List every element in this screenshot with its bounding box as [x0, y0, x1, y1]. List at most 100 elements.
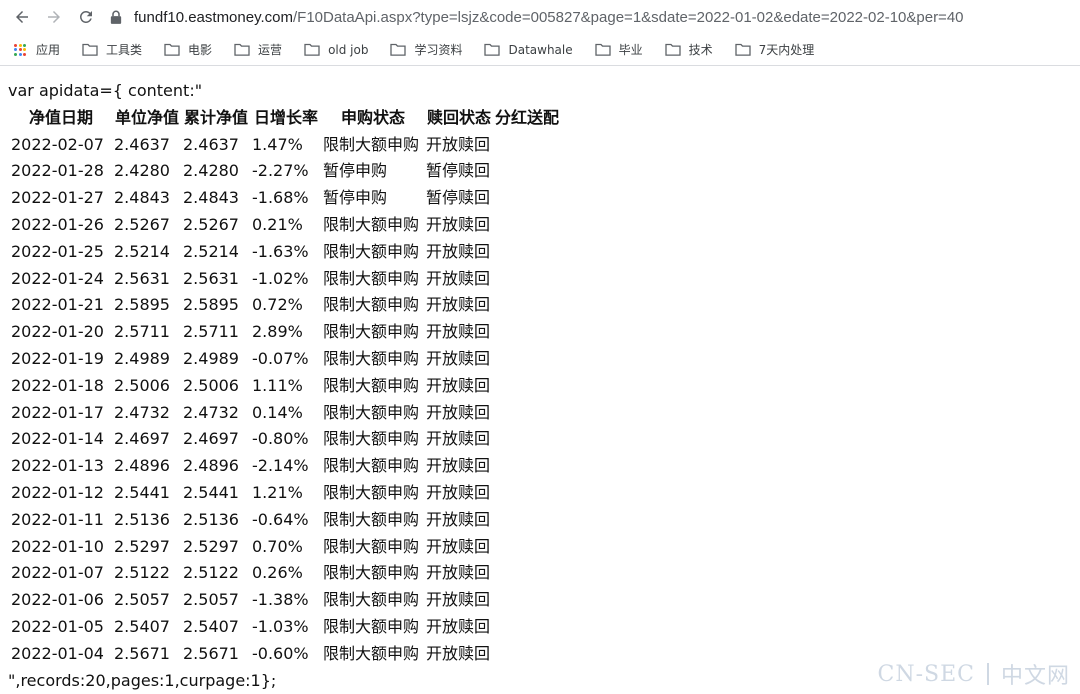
cell-dividend — [492, 641, 559, 668]
bookmark-folder-tools[interactable]: 工具类 — [82, 41, 142, 58]
cell-dividend — [492, 587, 559, 614]
cell-redeem-status: 开放赎回 — [426, 295, 491, 315]
watermark-divider — [986, 663, 989, 685]
table-row: 2022-01-25 2.5214 2.5214 -1.63% 限制大额申购 开放赎回 — [8, 239, 559, 266]
cell-redeem-status: 开放赎回 — [426, 536, 491, 556]
cell-dividend — [492, 426, 559, 453]
forward-button[interactable] — [40, 3, 68, 31]
cell-acc-nav: 2.5671 — [183, 643, 239, 663]
table-row: 2022-01-06 2.5057 2.5057 -1.38% 限制大额申购 开放赎回 — [8, 587, 559, 614]
cell-daily-growth: -0.60% — [252, 643, 309, 663]
table-row: 2022-01-28 2.4280 2.4280 -2.27% 暂停申购 暂停赎回 — [8, 158, 559, 185]
cell-redeem-status: 开放赎回 — [426, 563, 491, 583]
bookmark-label: 毕业 — [618, 43, 643, 57]
watermark-left: CN-SEC — [877, 661, 975, 687]
back-button[interactable] — [8, 3, 36, 31]
address-bar[interactable]: fundf10.eastmoney.com/F10DataApi.aspx?ty… — [110, 3, 1080, 31]
cell-date: 2022-02-07 — [11, 134, 104, 154]
cell-unit-nav: 2.4637 — [114, 134, 170, 154]
header-unit-nav: 单位净值 — [114, 107, 179, 127]
cell-subscribe-status: 限制大额申购 — [323, 616, 420, 636]
cell-acc-nav: 2.5006 — [183, 375, 239, 395]
bookmark-apps[interactable]: 应用 — [14, 41, 60, 58]
cell-unit-nav: 2.4896 — [114, 456, 170, 476]
cell-dividend — [492, 132, 559, 159]
table-row: 2022-02-07 2.4637 2.4637 1.47% 限制大额申购 开放赎回 — [8, 132, 559, 159]
cell-acc-nav: 2.4989 — [183, 348, 239, 368]
cell-dividend — [492, 400, 559, 427]
cell-daily-growth: 0.14% — [252, 402, 303, 422]
cell-acc-nav: 2.5441 — [183, 482, 239, 502]
reload-button[interactable] — [72, 3, 100, 31]
table-row: 2022-01-19 2.4989 2.4989 -0.07% 限制大额申购 开放赎回 — [8, 346, 559, 373]
cell-daily-growth: 0.72% — [252, 295, 303, 315]
header-dividend: 分红送配 — [495, 107, 560, 127]
cell-dividend — [492, 239, 559, 266]
cell-date: 2022-01-04 — [11, 643, 104, 663]
cell-daily-growth: 0.70% — [252, 536, 303, 556]
table-row: 2022-01-26 2.5267 2.5267 0.21% 限制大额申购 开放赎回 — [8, 212, 559, 239]
cell-daily-growth: 1.47% — [252, 134, 303, 154]
bookmark-folder-ops[interactable]: 运营 — [234, 41, 282, 58]
cell-dividend — [492, 212, 559, 239]
watermark-logo: CN-SEC 中文网 — [878, 658, 1071, 690]
bookmark-folder-graduation[interactable]: 毕业 — [594, 41, 643, 58]
cell-subscribe-status: 限制大额申购 — [323, 536, 420, 556]
table-header-row: 净值日期 单位净值 累计净值 日增长率 申购状态 赎回状态 分红送配 — [8, 105, 559, 132]
folder-icon — [735, 43, 751, 56]
cell-subscribe-status: 限制大额申购 — [323, 322, 420, 342]
cell-subscribe-status: 限制大额申购 — [323, 643, 420, 663]
cell-dividend — [492, 319, 559, 346]
table-row: 2022-01-21 2.5895 2.5895 0.72% 限制大额申购 开放赎回 — [8, 292, 559, 319]
cell-redeem-status: 开放赎回 — [426, 590, 491, 610]
table-row: 2022-01-14 2.4697 2.4697 -0.80% 限制大额申购 开放赎回 — [8, 426, 559, 453]
bookmark-folder-old-job[interactable]: old job — [304, 43, 368, 57]
cell-redeem-status: 开放赎回 — [426, 268, 491, 288]
cell-subscribe-status: 限制大额申购 — [323, 134, 420, 154]
cell-dividend — [492, 292, 559, 319]
cell-acc-nav: 2.4697 — [183, 429, 239, 449]
cell-acc-nav: 2.5631 — [183, 268, 239, 288]
cell-subscribe-status: 限制大额申购 — [323, 456, 420, 476]
bookmark-folder-movies[interactable]: 电影 — [164, 41, 212, 58]
cell-unit-nav: 2.5122 — [114, 563, 170, 583]
cell-subscribe-status: 限制大额申购 — [323, 590, 420, 610]
cell-dividend — [492, 373, 559, 400]
cell-acc-nav: 2.5136 — [183, 509, 239, 529]
cell-subscribe-status: 限制大额申购 — [323, 295, 420, 315]
cell-acc-nav: 2.5895 — [183, 295, 239, 315]
table-row: 2022-01-05 2.5407 2.5407 -1.03% 限制大额申购 开放赎回 — [8, 614, 559, 641]
cell-acc-nav: 2.5057 — [183, 590, 239, 610]
bookmark-folder-7days[interactable]: 7天内处理 — [735, 41, 815, 58]
page-content: var apidata={ content:" 净值日期 单位净值 累计净值 日… — [8, 78, 1080, 694]
browser-toolbar: fundf10.eastmoney.com/F10DataApi.aspx?ty… — [0, 0, 1080, 34]
bookmark-folder-tech[interactable]: 技术 — [665, 41, 713, 58]
table-row: 2022-01-27 2.4843 2.4843 -1.68% 暂停申购 暂停赎回 — [8, 185, 559, 212]
reload-icon — [79, 10, 92, 23]
bookmark-label: 7天内处理 — [758, 43, 815, 57]
table-row: 2022-01-11 2.5136 2.5136 -0.64% 限制大额申购 开放赎回 — [8, 507, 559, 534]
cell-daily-growth: -0.64% — [252, 509, 309, 529]
cell-redeem-status: 暂停赎回 — [426, 161, 491, 181]
cell-daily-growth: -1.03% — [252, 616, 309, 636]
cell-date: 2022-01-20 — [11, 322, 104, 342]
table-row: 2022-01-24 2.5631 2.5631 -1.02% 限制大额申购 开放赎回 — [8, 266, 559, 293]
cell-date: 2022-01-06 — [11, 590, 104, 610]
cell-dividend — [492, 507, 559, 534]
cell-redeem-status: 开放赎回 — [426, 402, 491, 422]
cell-unit-nav: 2.5631 — [114, 268, 170, 288]
cell-date: 2022-01-17 — [11, 402, 104, 422]
header-redeem-status: 赎回状态 — [426, 107, 491, 127]
bookmark-folder-datawhale[interactable]: Datawhale — [484, 43, 573, 57]
folder-icon — [390, 43, 407, 56]
cell-acc-nav: 2.4732 — [183, 402, 239, 422]
table-row: 2022-01-18 2.5006 2.5006 1.11% 限制大额申购 开放赎回 — [8, 373, 559, 400]
bookmark-folder-study[interactable]: 学习资料 — [390, 41, 462, 58]
cell-redeem-status: 开放赎回 — [426, 616, 491, 636]
table-row: 2022-01-12 2.5441 2.5441 1.21% 限制大额申购 开放赎回 — [8, 480, 559, 507]
cell-unit-nav: 2.4843 — [114, 188, 170, 208]
cell-unit-nav: 2.5671 — [114, 643, 170, 663]
table-row: 2022-01-07 2.5122 2.5122 0.26% 限制大额申购 开放赎回 — [8, 560, 559, 587]
table-row: 2022-01-04 2.5671 2.5671 -0.60% 限制大额申购 开放赎回 — [8, 641, 559, 668]
cell-acc-nav: 2.5267 — [183, 214, 239, 234]
